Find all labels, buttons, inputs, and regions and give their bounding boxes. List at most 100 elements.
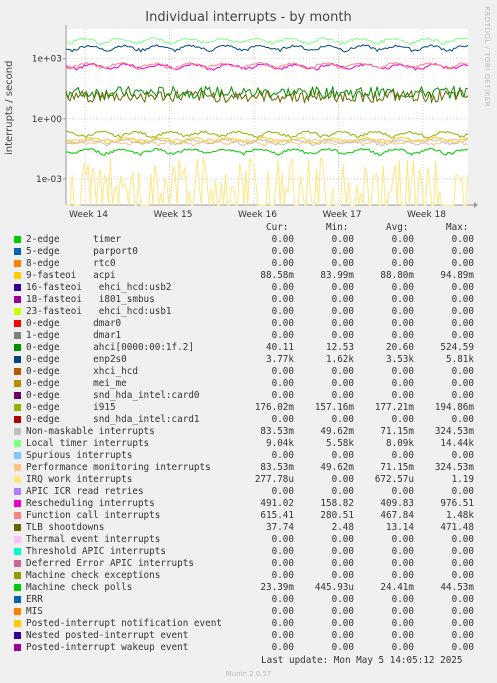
legend-max-value: 0.00	[451, 630, 474, 641]
legend-cur-value: 0.00	[271, 630, 294, 641]
munin-version: Munin 2.0.57	[225, 670, 272, 678]
legend-max-value: 1.19	[451, 474, 474, 485]
legend-min-value: 0.00	[331, 450, 354, 461]
legend-series-name: 0-edge snd_hda_intel:card0	[26, 390, 200, 401]
legend-avg-value: 88.80m	[380, 270, 414, 281]
legend-row: 0-edge xhci_hcd 0.00 0.00 0.00 0.00	[14, 366, 484, 378]
legend-max-value: 0.00	[451, 534, 474, 545]
legend-swatch	[14, 440, 21, 447]
legend-min-value: 0.00	[331, 474, 354, 485]
legend-min-value: 158.82	[320, 498, 354, 509]
legend-row: Deferred Error APIC interrupts 0.00 0.00 0.…	[14, 558, 484, 570]
legend-series-name: IRQ work interrupts	[26, 474, 133, 485]
legend-swatch	[14, 344, 21, 351]
legend-series-name: MIS	[26, 606, 43, 617]
legend-min-value: 0.00	[331, 630, 354, 641]
legend-row: APIC ICR read retries 0.00 0.00 0.00 0.00	[14, 486, 484, 498]
legend-row: Thermal event interrupts 0.00 0.00 0.00 0.00	[14, 534, 484, 546]
legend-max-value: 0.00	[451, 378, 474, 389]
legend-min-value: 49.62m	[320, 426, 354, 437]
legend-max-value: 0.00	[451, 558, 474, 569]
legend-cur-value: 491.02	[260, 498, 294, 509]
legend-row: Rescheduling interrupts 491.02 158.82 409.8…	[14, 498, 484, 510]
legend-series-name: 0-edge xhci_hcd	[26, 366, 138, 377]
chart-area: 1e+03 1e+00 1e-03 Week 14 Week 15 Week 16 Week…	[32, 25, 478, 220]
legend-max-value: 14.44k	[440, 438, 474, 449]
legend-cur-value: 37.74	[266, 522, 294, 533]
legend-row: TLB shootdowns 37.74 2.48 13.14 471.48	[14, 522, 484, 534]
legend-series-name: Spurious interrupts	[26, 450, 133, 461]
legend-row: ERR 0.00 0.00 0.00 0.00	[14, 594, 484, 606]
legend-max-value: 324.53m	[434, 426, 474, 437]
legend-min-value: 445.93u	[314, 582, 354, 593]
legend-cur-value: 0.00	[271, 486, 294, 497]
legend-swatch	[14, 308, 21, 315]
legend-avg-value: 0.00	[391, 366, 414, 377]
legend-row: Nested posted-interrupt event 0.00 0.00 0.0…	[14, 630, 484, 642]
legend-max-value: 0.00	[451, 570, 474, 581]
legend-swatch	[14, 488, 21, 495]
legend-swatch	[14, 380, 21, 387]
plot-background	[66, 29, 468, 205]
y-tick-label: 1e-03	[36, 175, 62, 185]
legend-row: Function call interrupts 615.41 280.51 467.…	[14, 510, 484, 522]
legend-row: 8-edge rtc0 0.00 0.00 0.00 0.00	[14, 258, 484, 270]
legend-swatch	[14, 596, 21, 603]
legend-swatch	[14, 332, 21, 339]
legend-series-name: Machine check polls	[26, 582, 133, 593]
legend-series-name: 9-fasteoi acpi	[26, 270, 116, 281]
legend-series-name: Local timer interrupts	[26, 438, 150, 449]
legend-max-value: 0.00	[451, 594, 474, 605]
legend-swatch	[14, 260, 21, 267]
legend-series-name: 2-edge timer	[26, 234, 122, 245]
legend-row: 9-fasteoi acpi 88.58m 83.99m 88.80m 94.89m	[14, 270, 484, 282]
legend-min-value: 0.00	[331, 294, 354, 305]
legend-min-value: 0.00	[331, 246, 354, 257]
legend-avg-value: 0.00	[391, 594, 414, 605]
legend-row: MIS 0.00 0.00 0.00 0.00	[14, 606, 484, 618]
legend-series-name: 5-edge parport0	[26, 246, 138, 257]
legend-max-value: 0.00	[451, 282, 474, 293]
legend-max-value: 0.00	[451, 366, 474, 377]
legend-swatch	[14, 560, 21, 567]
legend-min-value: 0.00	[331, 558, 354, 569]
legend-avg-value: 8.09k	[386, 438, 414, 449]
legend-max-value: 524.59	[440, 342, 474, 353]
legend-max-value: 0.00	[451, 318, 474, 329]
legend-series-name: Function call interrupts	[26, 510, 161, 521]
legend-min-value: 0.00	[331, 642, 354, 653]
legend-min-value: 0.00	[331, 282, 354, 293]
legend-max-value: 0.00	[451, 258, 474, 269]
legend-avg-value: 0.00	[391, 294, 414, 305]
legend-row: Posted-interrupt wakeup event 0.00 0.00 0.0…	[14, 642, 484, 654]
legend-row: 2-edge timer 0.00 0.00 0.00 0.00	[14, 234, 484, 246]
legend-cur-value: 277.78u	[254, 474, 294, 485]
legend-series-name: Posted-interrupt wakeup event	[26, 642, 189, 653]
legend-swatch	[14, 632, 21, 639]
legend-avg-value: 0.00	[391, 330, 414, 341]
legend-min-value: 0.00	[331, 258, 354, 269]
legend-min-value: 5.58k	[326, 438, 354, 449]
legend-cur-value: 0.00	[271, 414, 294, 425]
legend-avg-value: 0.00	[391, 306, 414, 317]
legend-swatch	[14, 464, 21, 471]
legend-row: 0-edge dmar0 0.00 0.00 0.00 0.00	[14, 318, 484, 330]
legend-cur-value: 23.39m	[260, 582, 294, 593]
legend-row: 1-edge dmar1 0.00 0.00 0.00 0.00	[14, 330, 484, 342]
legend-avg-value: 0.00	[391, 390, 414, 401]
legend-max-value: 0.00	[451, 642, 474, 653]
legend-avg-value: 71.15m	[380, 462, 414, 473]
legend-min-value: 0.00	[331, 606, 354, 617]
x-tick-label: Week 16	[238, 210, 277, 220]
legend-min-value: 0.00	[331, 318, 354, 329]
legend-series-name: 16-fasteoi ehci_hcd:usb2	[26, 282, 172, 293]
legend-cur-value: 83.53m	[260, 462, 294, 473]
legend-max-value: 194.86m	[434, 402, 474, 413]
legend-max-value: 0.00	[451, 546, 474, 557]
legend-max-value: 0.00	[451, 234, 474, 245]
legend-min-value: 0.00	[331, 594, 354, 605]
legend-cur-value: 0.00	[271, 594, 294, 605]
x-tick-label: Week 18	[407, 210, 446, 220]
legend-row: 0-edge enp2s0 3.77k 1.62k 3.53k 5.81k	[14, 354, 484, 366]
legend-row: Spurious interrupts 0.00 0.00 0.00 0.00	[14, 450, 484, 462]
